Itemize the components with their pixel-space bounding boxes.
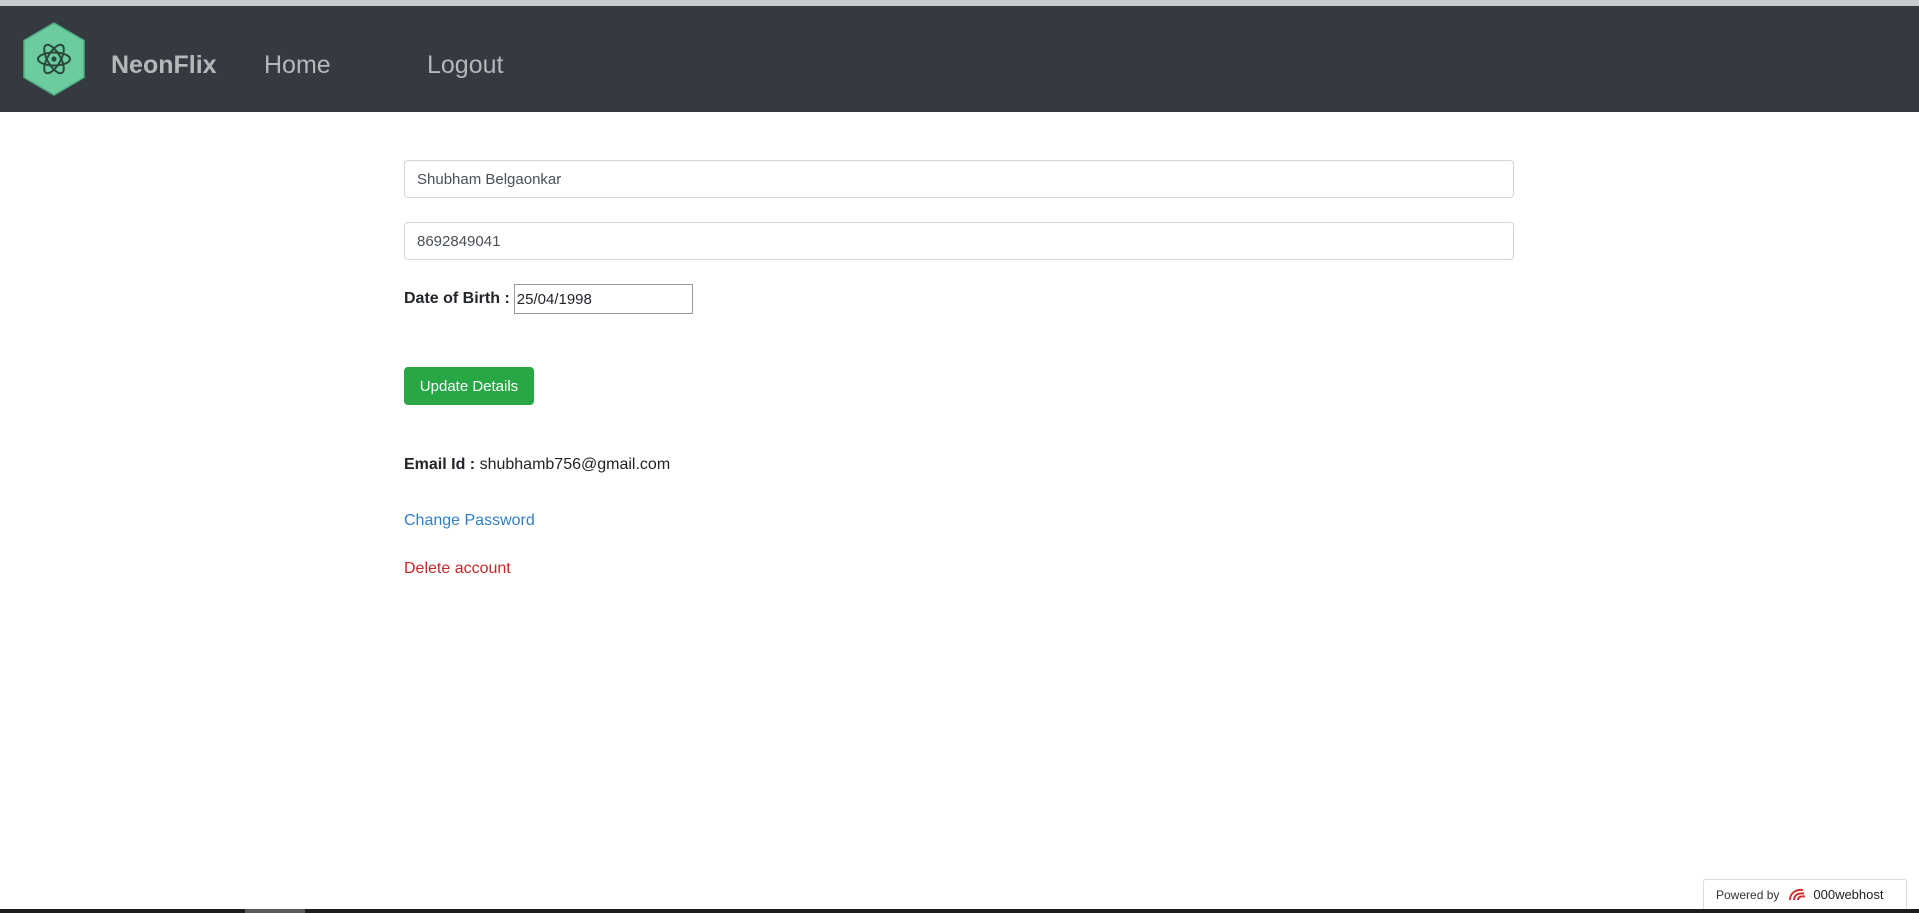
phone-input[interactable]: [404, 222, 1514, 260]
atom-hexagon-icon[interactable]: [23, 22, 85, 96]
bottom-scrollbar-thumb[interactable]: [245, 909, 305, 913]
brand-name[interactable]: NeonFlix: [111, 50, 217, 80]
change-password-link[interactable]: Change Password: [404, 511, 535, 531]
dob-label: Date of Birth :: [404, 290, 510, 307]
host-name-text: 000webhost: [1813, 887, 1884, 902]
name-input[interactable]: [404, 160, 1514, 198]
nav-logout-link[interactable]: Logout: [427, 50, 503, 80]
dob-row: Date of Birth :: [404, 284, 693, 314]
email-label: Email Id :: [404, 456, 476, 473]
dob-input[interactable]: [513, 284, 693, 314]
email-row: Email Id : shubhamb756@gmail.com: [404, 455, 670, 475]
email-value: shubhamb756@gmail.com: [479, 456, 671, 473]
navbar: NeonFlix Home Logout: [0, 6, 1919, 112]
powered-by-badge[interactable]: Powered by 000webhost: [1703, 879, 1907, 909]
nav-home-link[interactable]: Home: [264, 50, 331, 80]
update-details-button[interactable]: Update Details: [404, 367, 534, 405]
delete-account-link[interactable]: Delete account: [404, 559, 511, 579]
webhost-logo-icon: [1787, 887, 1809, 903]
powered-by-text: Powered by: [1716, 887, 1780, 902]
